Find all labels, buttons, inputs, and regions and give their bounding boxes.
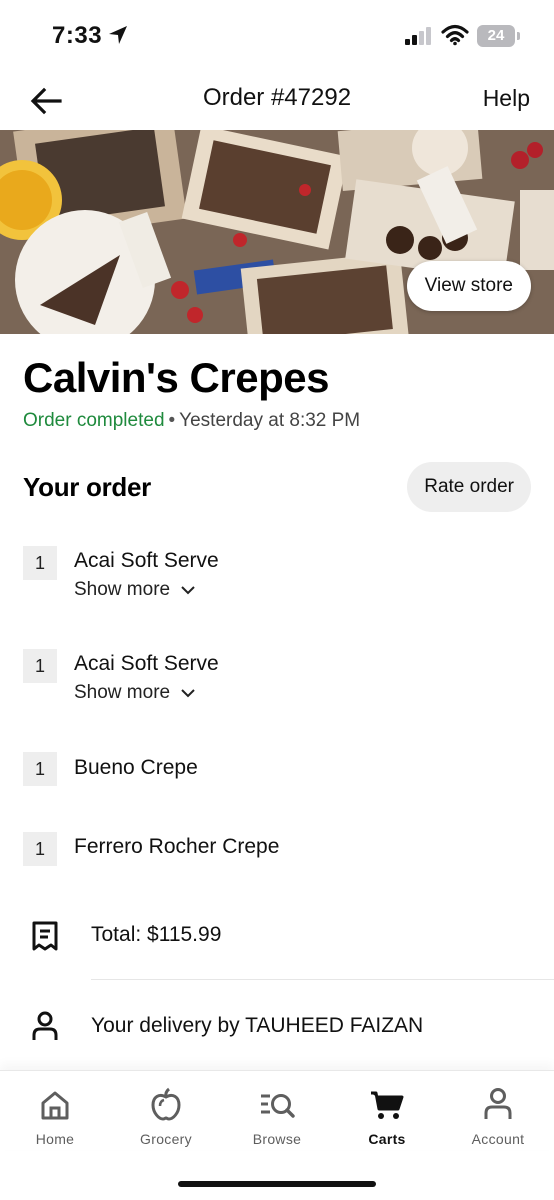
order-status: Order completed [23, 410, 165, 431]
order-total: Total: $115.99 [91, 923, 222, 946]
help-button[interactable]: Help [483, 85, 530, 112]
item-quantity: 1 [23, 752, 57, 786]
show-more-label: Show more [74, 579, 171, 600]
item-name: Acai Soft Serve [74, 549, 219, 572]
tab-account[interactable]: Account [448, 1081, 548, 1151]
receipt-icon [30, 920, 60, 957]
item-name: Bueno Crepe [74, 756, 198, 779]
order-item: 1 Acai Soft Serve Show more [0, 649, 554, 719]
order-total-row: Total: $115.99 [0, 905, 554, 965]
tab-label: Carts [368, 1131, 406, 1147]
item-quantity: 1 [23, 546, 57, 580]
delivery-person: Your delivery by TAUHEED FAIZAN [91, 1014, 424, 1037]
apple-icon [151, 1087, 181, 1121]
status-time: 7:33 [52, 22, 103, 49]
status-bar: 7:33 24 [0, 0, 554, 70]
item-quantity: 1 [23, 649, 57, 683]
item-name: Ferrero Rocher Crepe [74, 835, 280, 858]
separator-dot: • [168, 410, 176, 431]
tab-browse[interactable]: Browse [227, 1081, 327, 1151]
nav-header: Order #47292 Help [0, 70, 554, 130]
page-title: Order #47292 [202, 84, 352, 111]
battery-level: 24 [487, 27, 505, 44]
your-order-heading: Your order [23, 472, 151, 502]
view-store-button[interactable]: View store [406, 261, 531, 311]
item-quantity: 1 [23, 832, 57, 866]
tab-label: Grocery [140, 1131, 192, 1147]
cart-icon [371, 1091, 404, 1119]
show-more-button[interactable]: Show more [74, 682, 196, 704]
chevron-down-icon [181, 689, 195, 698]
wifi-icon [441, 24, 469, 51]
chevron-down-icon [181, 586, 195, 595]
person-icon [30, 1010, 60, 1047]
browse-icon [261, 1094, 295, 1118]
delivery-row: Your delivery by TAUHEED FAIZAN [0, 996, 554, 1056]
tab-label: Account [471, 1131, 525, 1147]
order-time: Yesterday at 8:32 PM [179, 410, 361, 431]
home-indicator[interactable] [178, 1181, 376, 1187]
order-status-line: Order completed • Yesterday at 8:32 PM [23, 410, 360, 432]
battery-nub [517, 32, 520, 40]
location-arrow-icon [108, 25, 128, 50]
rate-order-button[interactable]: Rate order [407, 462, 531, 512]
order-item: 1 Acai Soft Serve Show more [0, 546, 554, 616]
show-more-label: Show more [74, 682, 171, 703]
order-item: 1 Ferrero Rocher Crepe [0, 832, 554, 868]
bottom-tab-bar: Home Grocery Browse Carts Account [0, 1070, 554, 1150]
item-name: Acai Soft Serve [74, 652, 219, 675]
store-name: Calvin's Crepes [23, 354, 329, 401]
order-item: 1 Bueno Crepe [0, 752, 554, 788]
cellular-signal-icon [405, 27, 433, 50]
tab-label: Browse [252, 1131, 302, 1147]
divider [91, 979, 554, 980]
show-more-button[interactable]: Show more [74, 579, 196, 601]
battery-icon: 24 [477, 25, 515, 47]
store-hero-image: View store [0, 130, 554, 334]
account-icon [484, 1088, 512, 1119]
home-icon [41, 1091, 69, 1120]
tab-carts[interactable]: Carts [337, 1081, 437, 1151]
tab-label: Home [35, 1131, 75, 1147]
tab-home[interactable]: Home [5, 1081, 105, 1151]
tab-grocery[interactable]: Grocery [116, 1081, 216, 1151]
